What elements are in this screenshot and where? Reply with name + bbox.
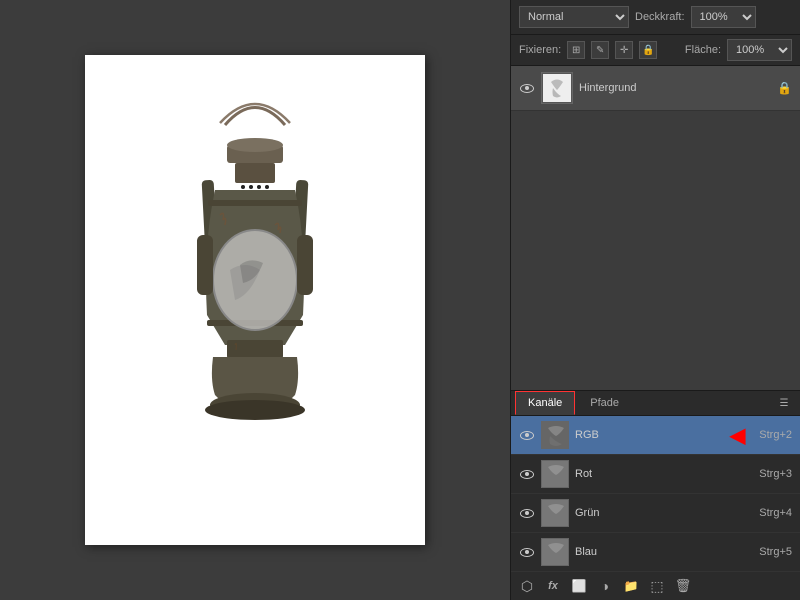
bottom-panel: Kanäle Pfade ☰: [511, 390, 800, 600]
tab-pfade[interactable]: Pfade: [577, 391, 632, 415]
channels-list: RGB ◀ Strg+2 Rot Strg+3: [511, 416, 800, 572]
canvas-area: [0, 0, 510, 600]
channel-rgb-name: RGB: [575, 429, 724, 441]
channel-gruen-thumb: [541, 499, 569, 527]
channel-blau-shortcut: Strg+5: [759, 546, 792, 558]
opacity-label: Deckkraft:: [635, 11, 685, 23]
channel-gruen[interactable]: Grün Strg+4: [511, 494, 800, 533]
eye-icon: [520, 470, 534, 479]
channel-rot-thumb: [541, 460, 569, 488]
tab-kanale[interactable]: Kanäle: [515, 391, 575, 415]
lock-brush-btn[interactable]: ✎: [591, 41, 609, 59]
channel-rgb-thumb: [541, 421, 569, 449]
visibility-toggle[interactable]: [519, 80, 535, 96]
channel-rot-name: Rot: [575, 468, 753, 480]
channel-group-btn[interactable]: 📁: [621, 576, 641, 596]
channel-rot-visibility[interactable]: [519, 466, 535, 482]
channel-to-selection-btn[interactable]: ⬡: [517, 576, 537, 596]
fill-label: Fläche:: [685, 44, 721, 56]
fix-label: Fixieren:: [519, 44, 561, 56]
delete-channel-btn[interactable]: 🗑: [673, 576, 693, 596]
lock-position-btn[interactable]: ⊞: [567, 41, 585, 59]
channel-gruen-shortcut: Strg+4: [759, 507, 792, 519]
layer-thumbnail: [541, 72, 573, 104]
tab-icons: ☰: [772, 393, 796, 413]
lock-move-btn[interactable]: ✛: [615, 41, 633, 59]
new-channel-btn[interactable]: ◑: [595, 576, 615, 596]
eye-icon: [520, 84, 534, 93]
fix-row: Fixieren: ⊞ ✎ ✛ 🔒 Fläche: 100%: [511, 35, 800, 66]
lock-icon: 🔒: [777, 81, 792, 95]
tabs-bar: Kanäle Pfade ☰: [511, 391, 800, 416]
eye-icon: [520, 509, 534, 518]
channel-gruen-visibility[interactable]: [519, 505, 535, 521]
lantern-image: [125, 75, 385, 525]
layer-blend-row: Normal Deckkraft: 100%: [511, 0, 800, 35]
fx-btn[interactable]: fx: [543, 576, 563, 596]
fill-select[interactable]: 100%: [727, 39, 792, 61]
new-channel-add-btn[interactable]: ⬚: [647, 576, 667, 596]
channel-gruen-name: Grün: [575, 507, 753, 519]
channel-rot[interactable]: Rot Strg+3: [511, 455, 800, 494]
panel-menu-btn[interactable]: ☰: [776, 395, 792, 411]
blend-mode-select[interactable]: Normal: [519, 6, 629, 28]
eye-icon: [520, 431, 534, 440]
layer-hintergrund[interactable]: Hintergrund 🔒: [511, 66, 800, 111]
channel-rot-shortcut: Strg+3: [759, 468, 792, 480]
opacity-select[interactable]: 100%: [691, 6, 756, 28]
channel-blau-name: Blau: [575, 546, 753, 558]
layers-panel: Hintergrund 🔒: [511, 66, 800, 390]
canvas-wrapper: [85, 55, 425, 545]
channel-blau-visibility[interactable]: [519, 544, 535, 560]
channel-blau[interactable]: Blau Strg+5: [511, 533, 800, 572]
lock-all-btn[interactable]: 🔒: [639, 41, 657, 59]
eye-icon: [520, 548, 534, 557]
channel-blau-thumb: [541, 538, 569, 566]
arrow-indicator: ◀: [730, 423, 745, 448]
right-panel: Normal Deckkraft: 100% Fixieren: ⊞ ✎ ✛ 🔒…: [510, 0, 800, 600]
new-channel-fill-btn[interactable]: ⬜: [569, 576, 589, 596]
layer-name: Hintergrund: [579, 82, 771, 94]
channel-rgb-visibility[interactable]: [519, 427, 535, 443]
channel-toolbar: ⬡ fx ⬜ ◑ 📁 ⬚ 🗑: [511, 572, 800, 600]
channel-rgb-shortcut: Strg+2: [759, 429, 792, 441]
channel-rgb[interactable]: RGB ◀ Strg+2: [511, 416, 800, 455]
